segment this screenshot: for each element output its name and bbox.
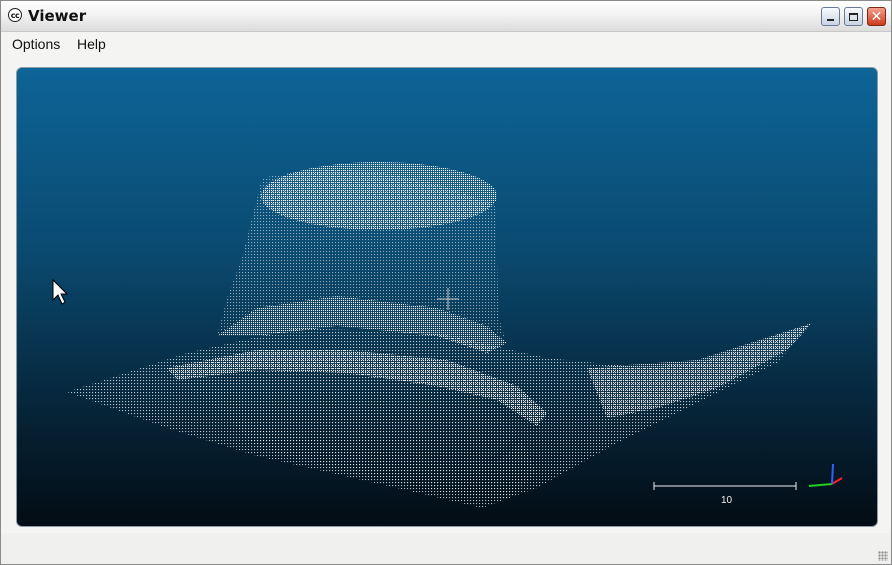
app-logo-icon: cc [8, 8, 22, 22]
close-button[interactable]: ✕ [867, 7, 886, 26]
close-icon: ✕ [870, 8, 883, 25]
scale-bar [653, 482, 797, 490]
scale-bar-label: 10 [721, 495, 733, 506]
window-title: Viewer [28, 7, 87, 25]
point-cloud-canvas[interactable] [17, 68, 877, 526]
menu-bar: Options Help [1, 32, 891, 56]
title-bar[interactable]: cc Viewer ✕ [1, 1, 891, 32]
3d-viewport[interactable]: 10 [16, 67, 878, 527]
point-cloud-right-wing [587, 323, 812, 418]
menu-help[interactable]: Help [77, 36, 106, 52]
maximize-button[interactable] [844, 7, 863, 26]
minimize-button[interactable] [821, 7, 840, 26]
viewer-window: cc Viewer ✕ Options Help 10 [0, 0, 892, 565]
point-cloud-cylinder-top [261, 162, 497, 230]
axis-trihedron-icon [808, 463, 843, 487]
menu-options[interactable]: Options [12, 36, 60, 52]
minimize-icon [827, 19, 834, 21]
mouse-cursor-icon [52, 278, 69, 305]
resize-grip-icon[interactable] [878, 551, 888, 561]
status-strip [1, 533, 891, 564]
maximize-icon [849, 12, 858, 21]
